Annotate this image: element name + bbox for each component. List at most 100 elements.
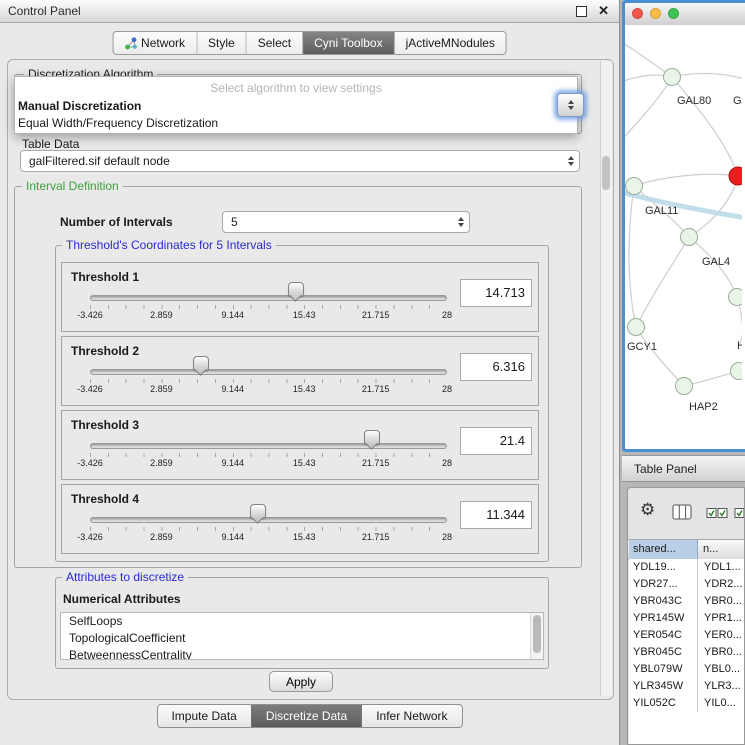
slider-scale-label: 21.715 xyxy=(362,458,390,468)
slider-track[interactable] xyxy=(90,517,447,523)
gear-icon[interactable]: ⚙ xyxy=(640,500,655,520)
dropdown-option-manual-discretization[interactable]: Manual Discretization xyxy=(15,97,577,114)
tab-infer-network[interactable]: Infer Network xyxy=(361,705,461,727)
table-body: YDL19... YDL1... YDR27... YDR2... YBR043… xyxy=(629,559,744,744)
table-row[interactable]: YER054C YER0... xyxy=(629,627,744,644)
slider-thumb[interactable] xyxy=(250,504,266,519)
table-cell[interactable]: YPR1... xyxy=(700,610,744,627)
node-selected-red[interactable] xyxy=(729,167,742,185)
tab-discretize-data[interactable]: Discretize Data xyxy=(251,705,361,727)
table-row[interactable]: YIL052C YIL0... xyxy=(629,695,744,712)
stepper-arrows-icon xyxy=(458,217,464,227)
table-cell[interactable]: YDR2... xyxy=(700,576,744,593)
slider-thumb[interactable] xyxy=(288,282,304,297)
table-cell[interactable]: YDR27... xyxy=(629,576,698,593)
slider-scale-label: 28 xyxy=(442,458,452,468)
number-of-intervals-combobox[interactable]: 5 xyxy=(222,211,470,233)
slider-track[interactable] xyxy=(90,295,447,301)
scrollbar-thumb[interactable] xyxy=(533,615,541,653)
table-cell[interactable]: YBR043C xyxy=(629,593,698,610)
combobox-value: galFiltered.sif default node xyxy=(29,151,170,171)
threshold-value-field[interactable]: 21.4 xyxy=(460,427,532,455)
column-header-shared-name[interactable]: shared... xyxy=(629,540,698,559)
table-row[interactable]: YBR045C YBR0... xyxy=(629,644,744,661)
list-item[interactable]: SelfLoops xyxy=(61,613,543,630)
threshold-slider[interactable]: -3.426 2.859 9.144 15.43 21.715 28 xyxy=(90,517,447,543)
panel-scrollbar[interactable] xyxy=(600,61,612,696)
minimize-traffic-light[interactable] xyxy=(650,8,661,19)
threshold-value-field[interactable]: 14.713 xyxy=(460,279,532,307)
select-all-checkboxes-icon[interactable] xyxy=(706,507,728,519)
tab-style[interactable]: Style xyxy=(196,32,246,54)
slider-track[interactable] xyxy=(90,369,447,375)
table-cell[interactable]: YBR045C xyxy=(629,644,698,661)
slider-scale-label: 9.144 xyxy=(222,310,245,320)
table-cell[interactable]: YIL052C xyxy=(629,695,698,712)
table-cell[interactable]: YER054C xyxy=(629,627,698,644)
zoom-traffic-light[interactable] xyxy=(668,8,679,19)
algorithm-combobox-stepper[interactable] xyxy=(557,93,584,117)
list-item[interactable]: BetweennessCentrality xyxy=(61,647,543,660)
tab-label: Cyni Toolbox xyxy=(314,36,382,50)
table-cell[interactable]: YER0... xyxy=(700,627,744,644)
apply-button[interactable]: Apply xyxy=(269,671,333,692)
tab-impute-data[interactable]: Impute Data xyxy=(157,705,250,727)
table-row[interactable]: YDR27... YDR2... xyxy=(629,576,744,593)
tab-jactivemodules[interactable]: jActiveMNodules xyxy=(394,32,506,54)
node[interactable] xyxy=(731,363,743,380)
columns-icon[interactable] xyxy=(672,504,692,520)
slider-track[interactable] xyxy=(90,443,447,449)
threshold-panel-3: Threshold 3 -3.426 2.859 9.144 15.43 21.… xyxy=(61,410,539,480)
table-cell[interactable]: YDL19... xyxy=(629,559,698,576)
table-row[interactable]: YPR145W YPR1... xyxy=(629,610,744,627)
close-icon[interactable]: ✕ xyxy=(598,3,609,19)
column-header-name[interactable]: n... xyxy=(699,540,744,559)
select-columns-checkboxes-icon[interactable] xyxy=(734,507,745,519)
threshold-label: Threshold 2 xyxy=(71,344,139,358)
slider-ticks xyxy=(90,305,447,309)
table-panel-title: Table Panel xyxy=(634,462,697,476)
threshold-slider[interactable]: -3.426 2.859 9.144 15.43 21.715 28 xyxy=(90,443,447,469)
threshold-value-field[interactable]: 6.316 xyxy=(460,353,532,381)
node-gal11[interactable] xyxy=(626,178,643,195)
group-title-thresholds: Threshold's Coordinates for 5 Intervals xyxy=(62,238,276,252)
threshold-slider[interactable]: -3.426 2.859 9.144 15.43 21.715 28 xyxy=(90,295,447,321)
tab-select[interactable]: Select xyxy=(246,32,302,54)
node[interactable] xyxy=(729,289,743,306)
table-cell[interactable]: YBL079W xyxy=(629,661,698,678)
network-canvas[interactable]: GAL80 GA GAL11 GAL4 GCY1 H HAP2 xyxy=(625,25,745,449)
numerical-attributes-list[interactable]: SelfLoops TopologicalCoefficient Between… xyxy=(60,612,544,660)
node-gcy1[interactable] xyxy=(628,319,645,336)
close-traffic-light[interactable] xyxy=(632,8,643,19)
table-cell[interactable]: YBL0... xyxy=(700,661,744,678)
threshold-slider[interactable]: -3.426 2.859 9.144 15.43 21.715 28 xyxy=(90,369,447,395)
node[interactable] xyxy=(664,69,681,86)
node-gal4[interactable] xyxy=(681,229,698,246)
tab-network[interactable]: Network xyxy=(113,32,196,54)
table-cell[interactable]: YBR0... xyxy=(700,593,744,610)
slider-thumb[interactable] xyxy=(193,356,209,371)
scrollbar-thumb[interactable] xyxy=(602,156,610,190)
table-row[interactable]: YBR043C YBR0... xyxy=(629,593,744,610)
float-window-icon[interactable] xyxy=(576,6,587,17)
table-cell[interactable]: YIL0... xyxy=(700,695,744,712)
slider-thumb[interactable] xyxy=(364,430,380,445)
tab-cyni-toolbox[interactable]: Cyni Toolbox xyxy=(302,32,393,54)
node-hap2[interactable] xyxy=(676,378,693,395)
table-row[interactable]: YLR345W YLR3... xyxy=(629,678,744,695)
list-scrollbar[interactable] xyxy=(530,613,543,659)
dropdown-option-equal-width-frequency[interactable]: Equal Width/Frequency Discretization xyxy=(15,114,577,131)
table-data-combobox[interactable]: galFiltered.sif default node xyxy=(20,150,580,172)
table-cell[interactable]: YDL1... xyxy=(700,559,744,576)
table-cell[interactable]: YBR0... xyxy=(700,644,744,661)
slider-scale-label: -3.426 xyxy=(77,458,103,468)
list-item[interactable]: TopologicalCoefficient xyxy=(61,630,543,647)
table-cell[interactable]: YPR145W xyxy=(629,610,698,627)
table-row[interactable]: YDL19... YDL1... xyxy=(629,559,744,576)
table-row[interactable]: YBL079W YBL0... xyxy=(629,661,744,678)
network-window-titlebar xyxy=(625,3,745,26)
threshold-value-field[interactable]: 11.344 xyxy=(460,501,532,529)
table-cell[interactable]: YLR345W xyxy=(629,678,698,695)
threshold-label: Threshold 1 xyxy=(71,270,139,284)
table-cell[interactable]: YLR3... xyxy=(700,678,744,695)
